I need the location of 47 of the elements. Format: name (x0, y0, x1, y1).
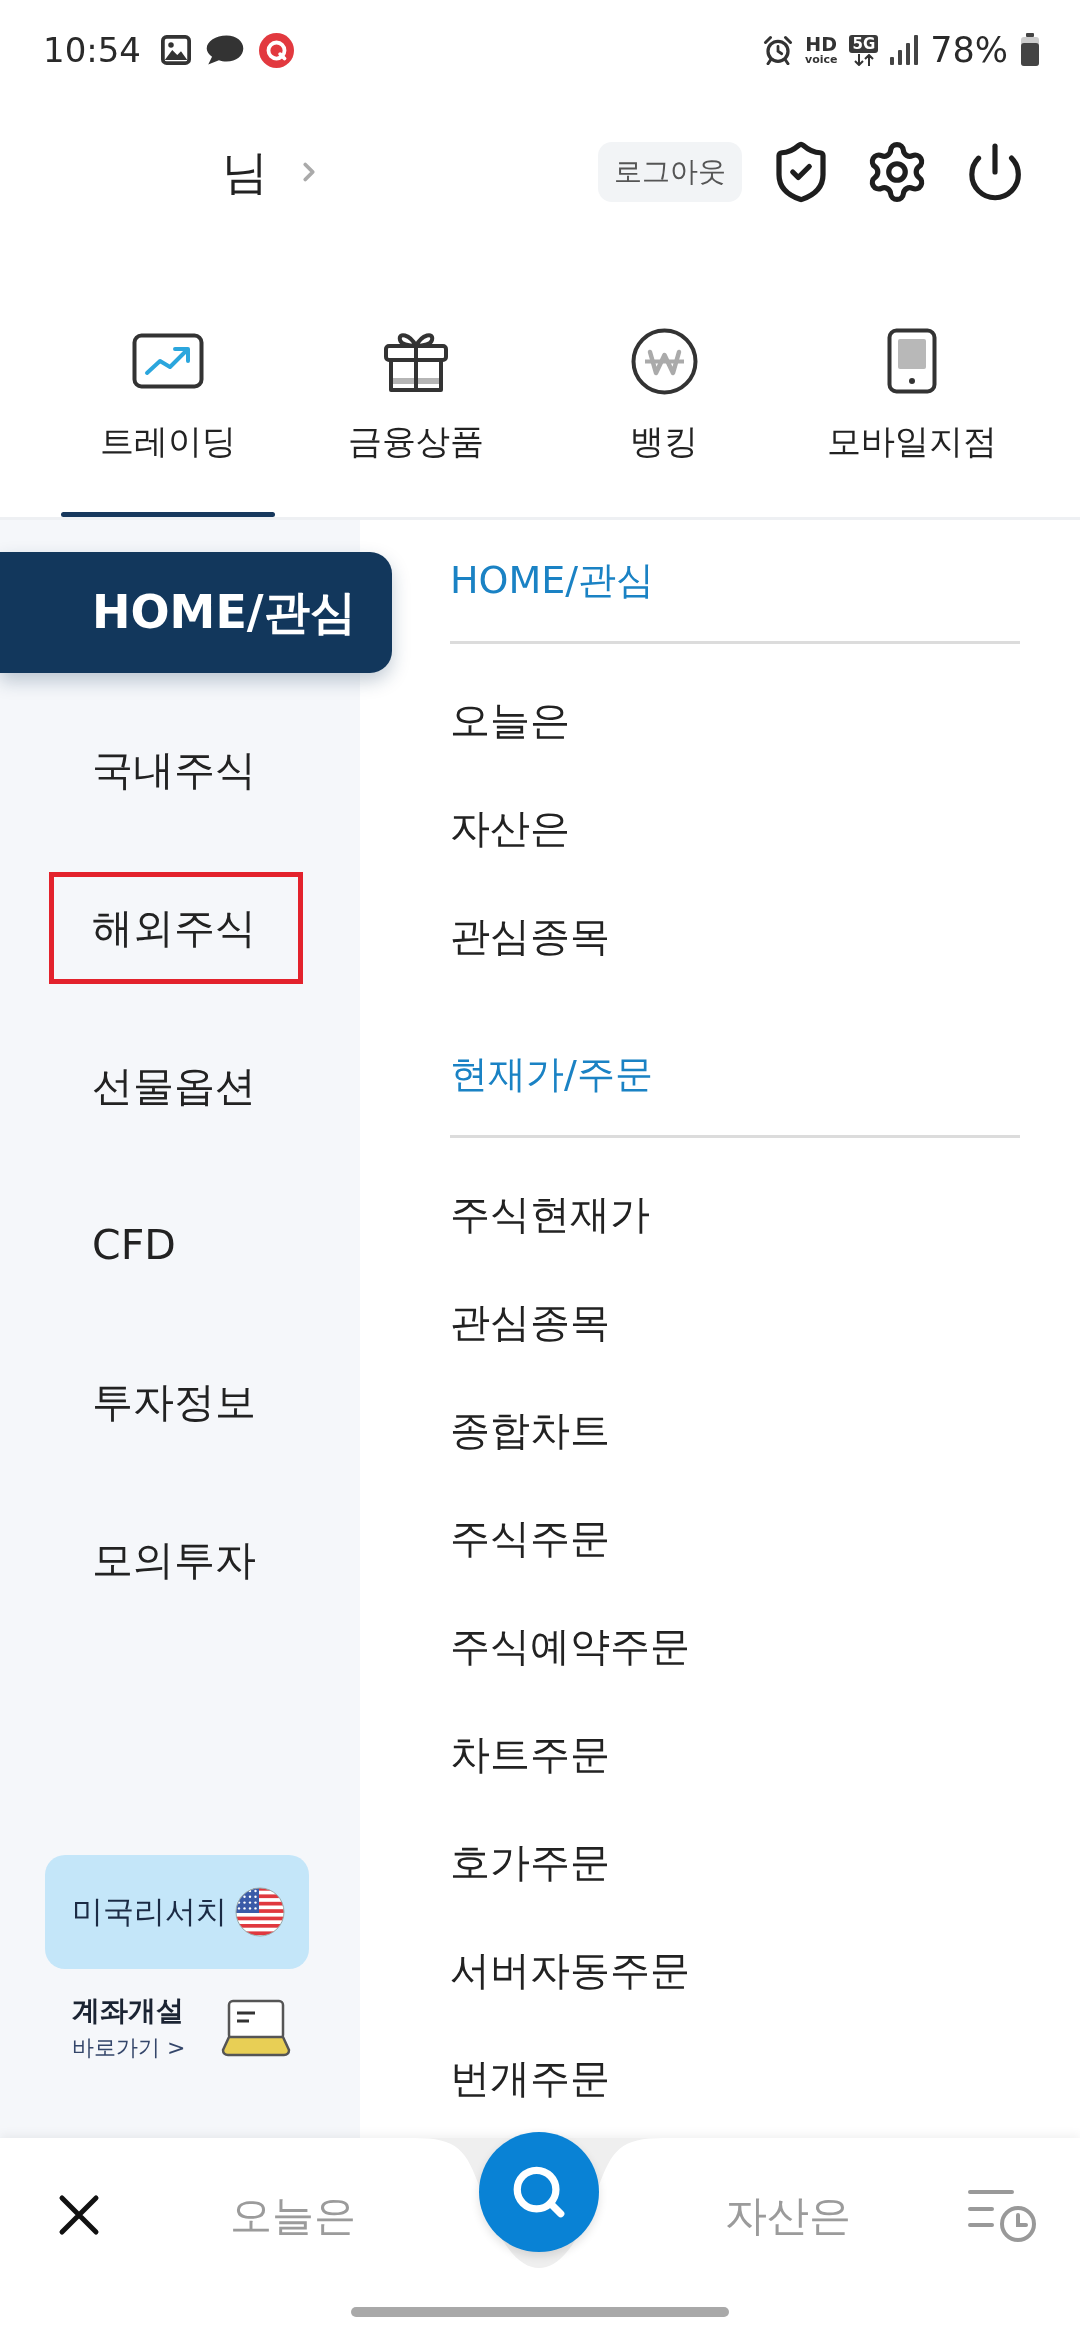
logout-button[interactable]: 로그아웃 (598, 142, 742, 202)
close-icon[interactable] (58, 2193, 100, 2236)
mobile-phone-icon (887, 328, 937, 394)
menu-item[interactable]: 오늘은 (450, 666, 570, 774)
category-tab[interactable]: 금융상품 (292, 244, 540, 517)
menu-item[interactable]: 자산은 (450, 774, 570, 882)
menu-item[interactable]: 주식주문 (450, 1484, 610, 1592)
sidebar-item[interactable]: 모의투자 (0, 1500, 360, 1621)
alarm-clock-icon (762, 35, 793, 65)
menu-item[interactable]: 주식현재가 (450, 1160, 650, 1268)
research-button[interactable]: 미국리서치 (45, 1855, 309, 1969)
hd-label: HD (805, 34, 838, 54)
battery-percent: 78% (930, 30, 1008, 70)
app-notification-icon (259, 32, 294, 68)
shortcut-link[interactable]: 바로가기 > (72, 2031, 186, 2065)
won-coin-icon (630, 327, 698, 395)
menu-item[interactable]: 관심종목 (450, 1268, 610, 1376)
menu-item[interactable]: 주식예약주문 (450, 1592, 690, 1700)
sidebar-item[interactable]: 국내주식 (0, 710, 360, 831)
up-down-arrows-icon (852, 53, 875, 66)
sidebar-item[interactable]: 선물옵션 (0, 1026, 360, 1147)
battery-icon (1020, 33, 1040, 67)
menu-item[interactable]: 관심종목 (450, 882, 610, 990)
menu-item[interactable]: 서버자동주문 (450, 1916, 690, 2024)
section-title: HOME/관심 (450, 557, 656, 604)
menu-item[interactable]: 차트주문 (450, 1700, 610, 1808)
section-title: 현재가/주문 (450, 1051, 654, 1098)
image-icon (161, 35, 191, 65)
speech-bubble-icon (205, 34, 245, 66)
profile-link[interactable]: 님 (222, 142, 324, 202)
menu-item[interactable]: 번개주문 (450, 2024, 610, 2132)
menu-item[interactable]: 종합차트 (450, 1376, 610, 1484)
status-time: 10:54 (43, 30, 141, 70)
category-tab[interactable]: 트레이딩 (44, 244, 292, 517)
trend-chart-icon (132, 333, 204, 389)
sidebar-item[interactable]: 해외주식 (0, 868, 360, 989)
sidebar-item[interactable]: HOME/관심 (0, 552, 392, 673)
voice-label: voice (804, 53, 838, 66)
category-tab[interactable]: 모바일지점 (788, 244, 1036, 517)
signal-icon (890, 35, 919, 65)
category-tab[interactable]: 뱅킹 (540, 244, 788, 517)
sidebar-item[interactable]: CFD (0, 1184, 360, 1305)
laptop-icon (221, 1999, 292, 2057)
network-type-label: 5G (849, 34, 879, 53)
sidebar-item[interactable]: 투자정보 (0, 1342, 360, 1463)
menu-item[interactable]: 호가주문 (450, 1808, 610, 1916)
account-open-title: 계좌개설 (72, 1993, 185, 2029)
